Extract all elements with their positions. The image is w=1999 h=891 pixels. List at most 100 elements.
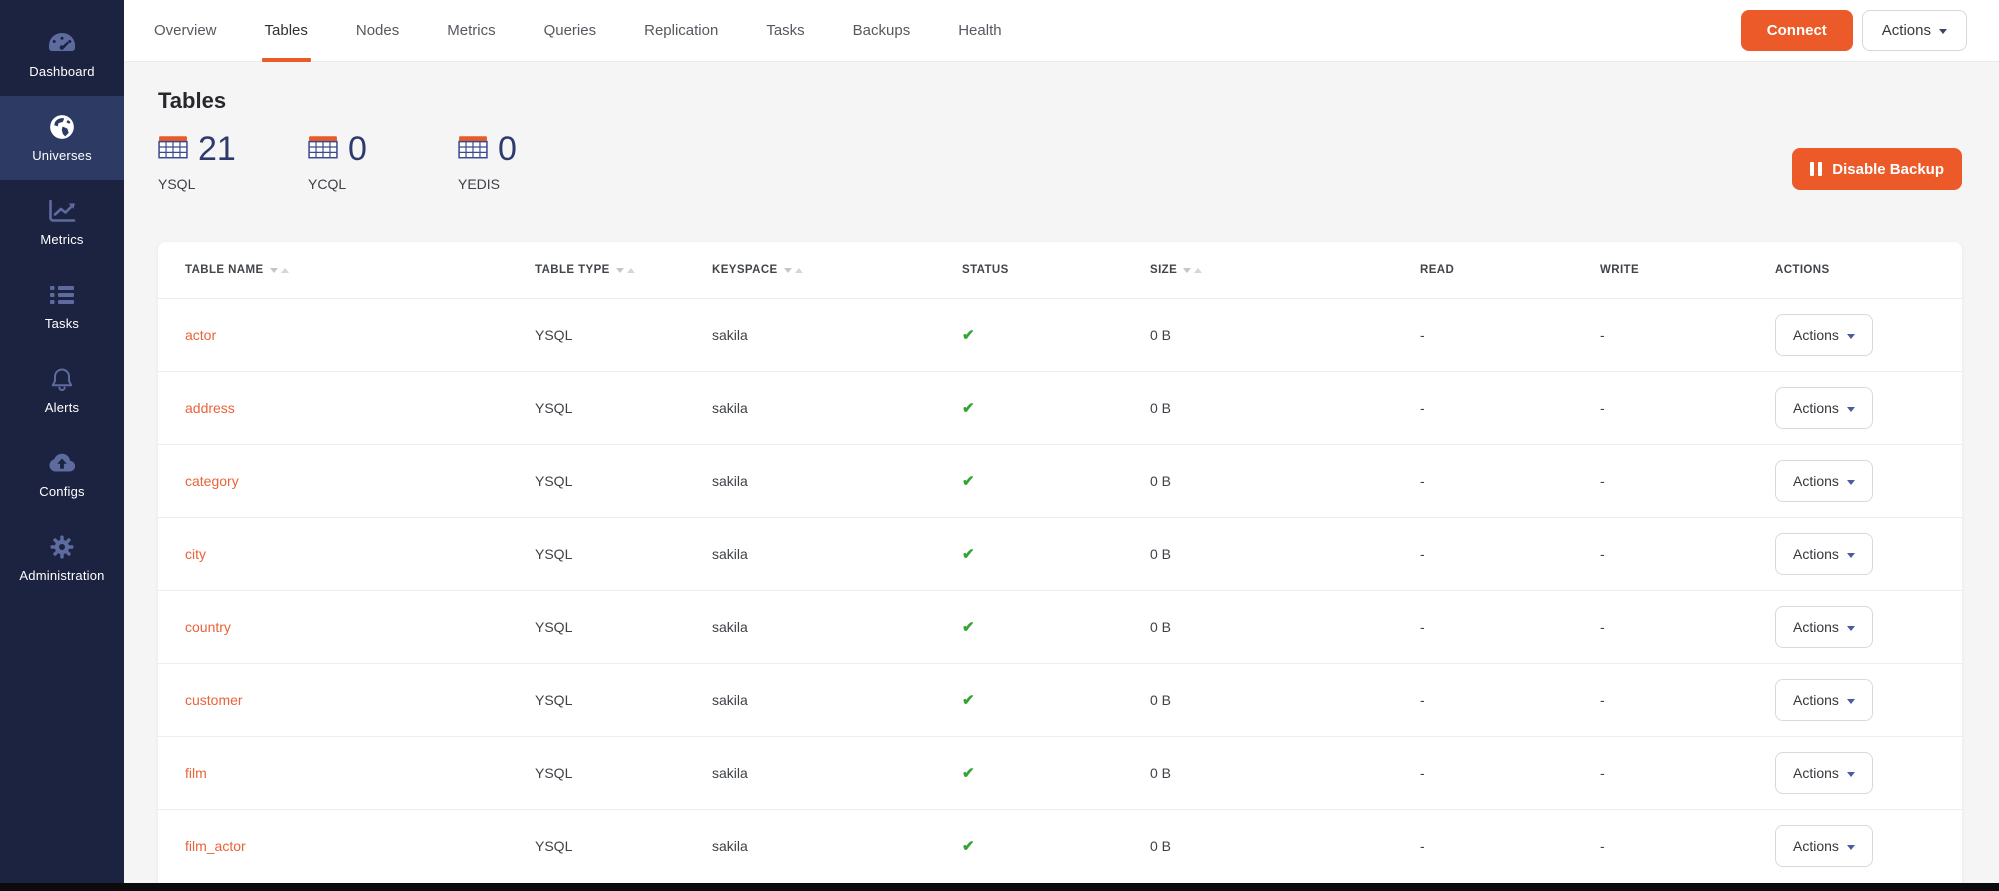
keyspace-cell: sakila bbox=[712, 473, 962, 489]
table-type-cell: YSQL bbox=[535, 765, 712, 781]
row-actions-button[interactable]: Actions bbox=[1775, 679, 1873, 721]
sidebar-item-alerts[interactable]: Alerts bbox=[0, 348, 124, 432]
disable-backup-button[interactable]: Disable Backup bbox=[1792, 148, 1962, 190]
sidebar-item-label: Universes bbox=[32, 148, 92, 163]
chevron-down-icon bbox=[1939, 29, 1947, 34]
table-header-row: TABLE NAME TABLE TYPE KEYSPACE STATUS bbox=[158, 242, 1962, 298]
row-actions-button[interactable]: Actions bbox=[1775, 533, 1873, 575]
sidebar-item-configs[interactable]: Configs bbox=[0, 432, 124, 516]
read-cell: - bbox=[1420, 473, 1600, 489]
table-row: customer YSQL sakila ✔ 0 B - - Actions bbox=[158, 663, 1962, 736]
status-ok-icon: ✔ bbox=[962, 619, 975, 636]
stat-ysql: 21 YSQL bbox=[158, 130, 308, 192]
tab-queries[interactable]: Queries bbox=[544, 0, 597, 62]
column-header-table-type[interactable]: TABLE TYPE bbox=[535, 264, 712, 276]
row-actions-button[interactable]: Actions bbox=[1775, 752, 1873, 794]
read-cell: - bbox=[1420, 692, 1600, 708]
tab-metrics[interactable]: Metrics bbox=[447, 0, 495, 62]
table-name-link[interactable]: country bbox=[185, 619, 231, 635]
stat-label: YSQL bbox=[158, 176, 308, 192]
size-cell: 0 B bbox=[1150, 838, 1420, 854]
table-type-cell: YSQL bbox=[535, 400, 712, 416]
table-type-cell: YSQL bbox=[535, 327, 712, 343]
size-cell: 0 B bbox=[1150, 473, 1420, 489]
table-name-link[interactable]: category bbox=[185, 473, 239, 489]
tab-nodes[interactable]: Nodes bbox=[356, 0, 399, 62]
tab-health[interactable]: Health bbox=[958, 0, 1001, 62]
column-header-keyspace[interactable]: KEYSPACE bbox=[712, 264, 962, 276]
sidebar-item-administration[interactable]: Administration bbox=[0, 516, 124, 600]
table-icon bbox=[308, 134, 338, 165]
chevron-down-icon bbox=[1847, 407, 1855, 412]
size-cell: 0 B bbox=[1150, 619, 1420, 635]
write-cell: - bbox=[1600, 765, 1775, 781]
column-header-read: READ bbox=[1420, 264, 1600, 276]
chevron-down-icon bbox=[1847, 626, 1855, 631]
column-header-table-name[interactable]: TABLE NAME bbox=[158, 264, 535, 276]
column-header-status: STATUS bbox=[962, 264, 1150, 276]
globe-icon bbox=[48, 113, 76, 141]
row-actions-button[interactable]: Actions bbox=[1775, 387, 1873, 429]
chevron-down-icon bbox=[1847, 699, 1855, 704]
status-ok-icon: ✔ bbox=[962, 765, 975, 782]
tab-backups[interactable]: Backups bbox=[853, 0, 911, 62]
keyspace-cell: sakila bbox=[712, 546, 962, 562]
table-name-link[interactable]: address bbox=[185, 400, 235, 416]
table-stats: 21 YSQL 0 bbox=[158, 130, 1962, 192]
sort-icons bbox=[270, 268, 289, 273]
actions-dropdown-button[interactable]: Actions bbox=[1862, 10, 1967, 51]
tab-overview[interactable]: Overview bbox=[154, 0, 217, 62]
stat-yedis: 0 YEDIS bbox=[458, 130, 608, 192]
column-header-actions: ACTIONS bbox=[1775, 264, 1962, 276]
write-cell: - bbox=[1600, 400, 1775, 416]
table-name-link[interactable]: actor bbox=[185, 327, 216, 343]
table-name-link[interactable]: film_actor bbox=[185, 838, 246, 854]
sort-icons bbox=[616, 268, 635, 273]
table-row: country YSQL sakila ✔ 0 B - - Actions bbox=[158, 590, 1962, 663]
tables-page: Tables 21 YSQL bbox=[124, 62, 1999, 891]
read-cell: - bbox=[1420, 327, 1600, 343]
row-actions-button[interactable]: Actions bbox=[1775, 606, 1873, 648]
table-name-link[interactable]: city bbox=[185, 546, 206, 562]
chevron-down-icon bbox=[1847, 480, 1855, 485]
stat-value: 0 bbox=[498, 132, 517, 166]
table-body: actor YSQL sakila ✔ 0 B - - Actions addr… bbox=[158, 298, 1962, 882]
row-actions-button[interactable]: Actions bbox=[1775, 460, 1873, 502]
chart-line-icon bbox=[47, 197, 77, 225]
sidebar-item-tasks[interactable]: Tasks bbox=[0, 264, 124, 348]
table-row: address YSQL sakila ✔ 0 B - - Actions bbox=[158, 371, 1962, 444]
sidebar-item-label: Tasks bbox=[45, 316, 79, 331]
stat-ycql: 0 YCQL bbox=[308, 130, 458, 192]
bell-icon bbox=[49, 365, 75, 393]
table-row: category YSQL sakila ✔ 0 B - - Actions bbox=[158, 444, 1962, 517]
table-row: film_actor YSQL sakila ✔ 0 B - - Actions bbox=[158, 809, 1962, 882]
status-ok-icon: ✔ bbox=[962, 400, 975, 417]
tab-tables[interactable]: Tables bbox=[265, 0, 308, 62]
write-cell: - bbox=[1600, 838, 1775, 854]
table-icon bbox=[458, 134, 488, 165]
sidebar: Dashboard Universes Metri bbox=[0, 0, 124, 891]
row-actions-button[interactable]: Actions bbox=[1775, 314, 1873, 356]
row-actions-button[interactable]: Actions bbox=[1775, 825, 1873, 867]
read-cell: - bbox=[1420, 400, 1600, 416]
sidebar-item-dashboard[interactable]: Dashboard bbox=[0, 12, 124, 96]
tab-replication[interactable]: Replication bbox=[644, 0, 718, 62]
sidebar-item-universes[interactable]: Universes bbox=[0, 96, 124, 180]
page-title: Tables bbox=[158, 88, 1962, 114]
column-header-write: WRITE bbox=[1600, 264, 1775, 276]
table-row: film YSQL sakila ✔ 0 B - - Actions bbox=[158, 736, 1962, 809]
table-name-link[interactable]: film bbox=[185, 765, 207, 781]
sort-icons bbox=[1183, 268, 1202, 273]
pause-icon bbox=[1810, 162, 1822, 176]
column-header-size[interactable]: SIZE bbox=[1150, 264, 1420, 276]
tab-tasks[interactable]: Tasks bbox=[766, 0, 804, 62]
table-type-cell: YSQL bbox=[535, 619, 712, 635]
sidebar-item-metrics[interactable]: Metrics bbox=[0, 180, 124, 264]
keyspace-cell: sakila bbox=[712, 400, 962, 416]
sidebar-item-label: Dashboard bbox=[29, 64, 94, 79]
keyspace-cell: sakila bbox=[712, 619, 962, 635]
chevron-down-icon bbox=[1847, 334, 1855, 339]
table-name-link[interactable]: customer bbox=[185, 692, 243, 708]
connect-button[interactable]: Connect bbox=[1741, 10, 1853, 51]
sidebar-item-label: Configs bbox=[39, 484, 84, 499]
